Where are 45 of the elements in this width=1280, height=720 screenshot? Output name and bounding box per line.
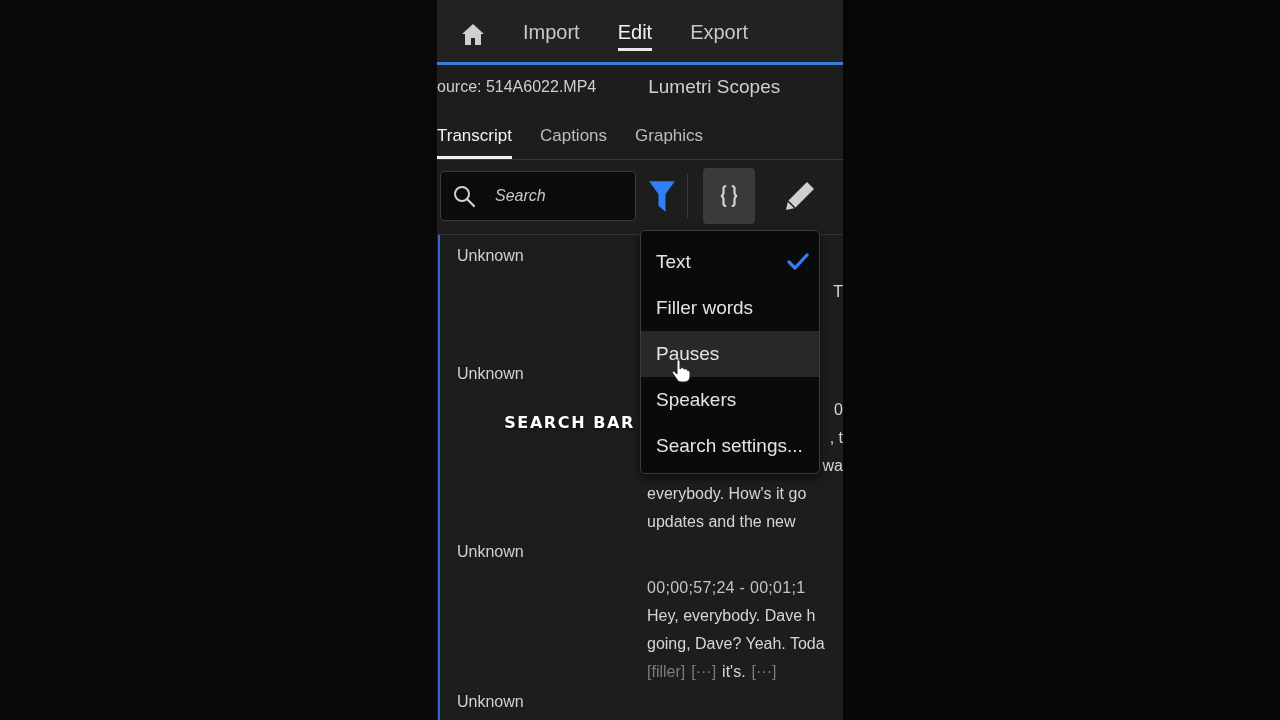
transcript-text: it's. xyxy=(722,663,746,681)
nav-item[interactable]: Import xyxy=(523,17,580,51)
menu-item[interactable]: Text xyxy=(641,239,819,285)
transcript-text: T xyxy=(833,283,843,301)
hand-cursor-icon xyxy=(671,359,691,383)
menu-item[interactable]: Filler words xyxy=(641,285,819,331)
transcript-text: , t xyxy=(829,429,843,447)
nav-item[interactable]: Edit xyxy=(617,17,653,51)
pause-marker: [···] xyxy=(751,663,777,681)
menu-item-label: Search settings... xyxy=(656,435,803,457)
braces-icon xyxy=(719,184,739,208)
menu-item[interactable]: Search settings... xyxy=(641,423,819,469)
transcript-text: everybody. How's it go xyxy=(647,485,807,503)
pencil-button[interactable] xyxy=(784,180,816,212)
menu-item-label: Pauses xyxy=(656,343,720,365)
panel-tab[interactable]: ource: 514A6022.MP4 xyxy=(437,78,597,96)
panel-tab[interactable]: Lumetri Scopes xyxy=(648,76,781,98)
transcript-text: updates and the new xyxy=(647,513,796,531)
transcript-text: 0 xyxy=(834,401,843,419)
video-caption: SEARCH BAR xyxy=(504,413,635,432)
pencil-icon xyxy=(785,181,815,211)
speaker-label: Unknown xyxy=(457,542,524,562)
filter-button[interactable] xyxy=(648,179,676,213)
timecode: 00;00;57;24 - 00;01;1 xyxy=(647,579,806,597)
tab[interactable]: Captions xyxy=(539,126,608,159)
filler-marker: [filler] xyxy=(647,663,686,681)
menu-item-label: Text xyxy=(656,251,691,273)
braces-button[interactable] xyxy=(703,168,755,224)
speaker-label: Unknown xyxy=(457,364,524,384)
transcript-text: wa xyxy=(822,457,843,475)
menu-item-label: Filler words xyxy=(656,297,754,319)
speaker-label: Unknown xyxy=(457,692,524,712)
tab[interactable]: Transcript xyxy=(437,126,512,159)
nav-item[interactable]: Export xyxy=(690,17,748,51)
pause-marker: [···] xyxy=(691,663,717,681)
transcript-text: Hey, everybody. Dave h xyxy=(647,607,816,625)
search-icon xyxy=(453,185,475,207)
menu-item-label: Speakers xyxy=(656,389,737,411)
search-field[interactable]: Search xyxy=(440,171,636,221)
speaker-label: Unknown xyxy=(457,246,524,266)
transcript-text: going, Dave? Yeah. Toda xyxy=(647,635,825,653)
home-icon[interactable] xyxy=(461,23,485,45)
tab[interactable]: Graphics xyxy=(635,126,704,159)
filter-icon xyxy=(648,179,676,213)
menu-item[interactable]: Speakers xyxy=(641,377,819,423)
